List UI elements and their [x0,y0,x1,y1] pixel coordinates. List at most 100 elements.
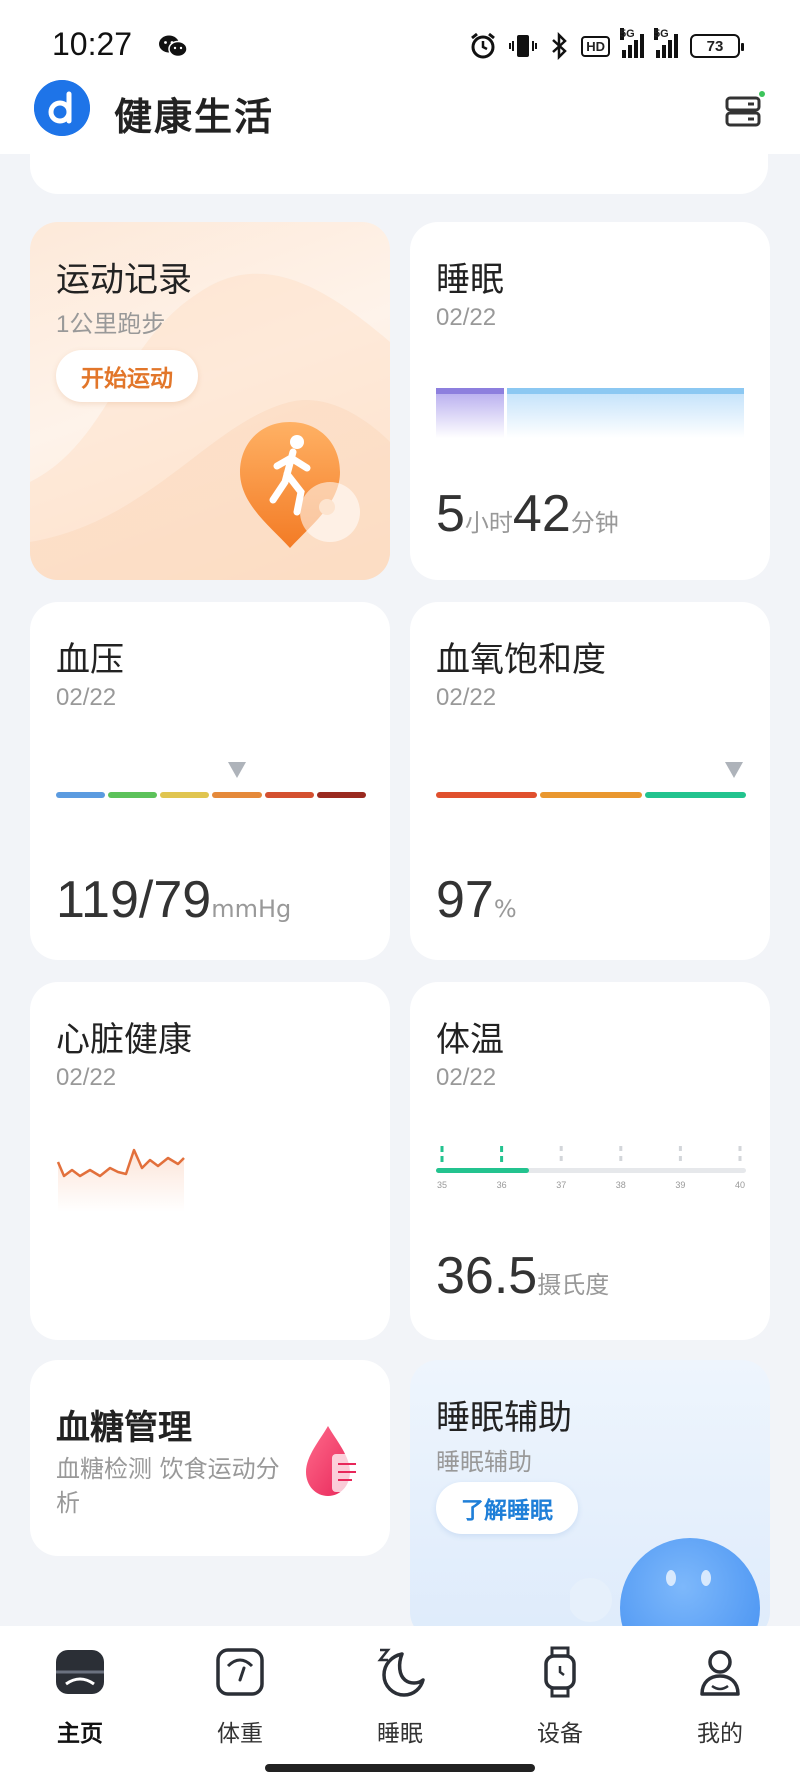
nav-label: 我的 [697,1721,743,1747]
nav-device[interactable]: 设备 [500,1644,620,1748]
temperature-tick-mark [738,1146,742,1151]
card-title: 血压 [56,640,124,680]
temperature-tick-label: 40 [735,1180,745,1190]
temperature-tick-mark [440,1156,444,1162]
learn-sleep-button[interactable]: 了解睡眠 [436,1482,578,1534]
scale-segment [644,792,746,798]
vibrate-icon [509,35,538,57]
partial-card [30,140,768,194]
scale-segment [316,792,366,798]
card-date: 02/22 [436,684,497,711]
card-date: 02/22 [436,304,497,331]
spo2-unit: % [493,895,517,923]
temperature-tick-mark [619,1146,623,1151]
sleep-chart [436,388,744,438]
signal-1-icon: 5G [620,28,644,58]
blood-drop-icon [306,1426,362,1496]
sleep-minutes: 42 [512,485,571,543]
temperature-tick-label: 35 [437,1180,447,1190]
blood-pressure-card[interactable]: 血压 02/22 119/79mmHg [30,602,390,960]
temperature-tick-mark [738,1156,742,1161]
bottom-navigation: 主页 体重 睡眠 设备 我的 [0,1626,800,1788]
blood-oxygen-card[interactable]: 血氧饱和度 02/22 97% [410,602,770,960]
scale-segment [56,792,106,798]
wechat-icon [159,35,188,58]
nav-label: 主页 [57,1721,103,1747]
app-title: 健康生活 [114,95,275,139]
temperature-unit: 摄氏度 [537,1271,610,1299]
card-title: 睡眠辅助 [436,1398,572,1438]
sleep-mascot-icon [570,1538,760,1640]
temperature-tick-label: 37 [556,1180,566,1190]
temperature-tick-mark [678,1156,682,1161]
temperature-scale: 35 36 37 38 39 40 [436,1146,746,1190]
nav-home[interactable]: 主页 [20,1644,140,1748]
card-title: 睡眠 [436,260,504,300]
battery-indicator: 73 [690,34,744,58]
exercise-record-card[interactable]: 运动记录 1公里跑步 开始运动 [30,222,390,580]
temperature-tick-mark [500,1146,504,1152]
nav-profile[interactable]: 我的 [660,1644,780,1748]
hours-unit: 小时 [464,509,513,537]
sleep-aid-card[interactable]: 睡眠辅助 睡眠辅助 了解睡眠 [410,1360,770,1640]
status-icons: HD 5G 5G 73 [469,28,744,62]
nav-label: 设备 [537,1721,583,1747]
spo2-scale-bar [436,792,746,798]
sleep-duration: 5小时42分钟 [436,484,619,544]
heart-health-card[interactable]: 心脏健康 02/22 [30,982,390,1340]
scale-segment [212,792,262,798]
temperature-tick-label: 39 [675,1180,685,1190]
card-title: 心脏健康 [56,1020,192,1060]
running-icon [240,422,360,548]
signal-2-icon: 5G [654,28,678,58]
temperature-tick-mark [559,1146,563,1151]
card-title: 血氧饱和度 [436,640,606,680]
profile-icon [700,1650,740,1696]
moon-icon [377,1648,425,1697]
start-exercise-button[interactable]: 开始运动 [56,350,198,402]
home-icon [56,1650,104,1694]
app-logo [34,80,90,136]
spo2-marker [725,762,743,778]
temperature-tick-mark [619,1156,623,1161]
card-date: 02/22 [436,1064,497,1091]
bp-scale-bar [56,792,366,798]
sleep-hours: 5 [436,485,465,543]
bp-unit: mmHg [211,895,292,923]
watch-icon [544,1646,576,1698]
card-date: 02/22 [56,1064,117,1091]
nav-label: 体重 [217,1721,263,1747]
bp-reading: 119/79 [56,871,212,929]
scale-segment [540,792,642,798]
temperature-fill [436,1168,529,1173]
status-time: 10:27 [52,26,133,62]
temperature-tick-mark [559,1156,563,1161]
nav-sleep[interactable]: 睡眠 [340,1644,460,1748]
nav-weight[interactable]: 体重 [180,1644,300,1748]
spo2-value: 97% [436,870,517,930]
temperature-tick-mark [440,1146,444,1152]
temperature-tick-label: 36 [497,1180,507,1190]
sleep-card[interactable]: 睡眠 02/22 5小时42分钟 [410,222,770,580]
card-subtitle: 1公里跑步 [56,311,166,338]
bp-value: 119/79mmHg [56,870,291,930]
heart-rate-sparkline [56,1148,185,1212]
blood-sugar-card[interactable]: 血糖管理 血糖检测 饮食运动分析 [30,1360,390,1556]
temperature-reading: 36.5 [436,1247,538,1305]
menu-icon[interactable] [724,90,766,132]
minutes-unit: 分钟 [570,509,619,537]
card-date: 02/22 [56,684,117,711]
card-subtitle: 睡眠辅助 [436,1449,532,1476]
scale-segment [264,792,314,798]
temperature-tick-mark [500,1156,504,1162]
body-temperature-card[interactable]: 体温 02/22 35 36 37 38 39 40 36.5摄氏度 [410,982,770,1340]
scale-segment [436,792,538,798]
status-bar: 10:27 HD 5G 5G 73 [0,0,800,80]
alarm-icon [471,32,496,59]
bp-marker [228,762,247,778]
card-description: 血糖检测 饮食运动分析 [56,1455,280,1517]
temperature-value: 36.5摄氏度 [436,1246,609,1306]
scale-icon [216,1648,264,1696]
temperature-tick-label: 38 [616,1180,626,1190]
home-indicator[interactable] [265,1764,535,1772]
